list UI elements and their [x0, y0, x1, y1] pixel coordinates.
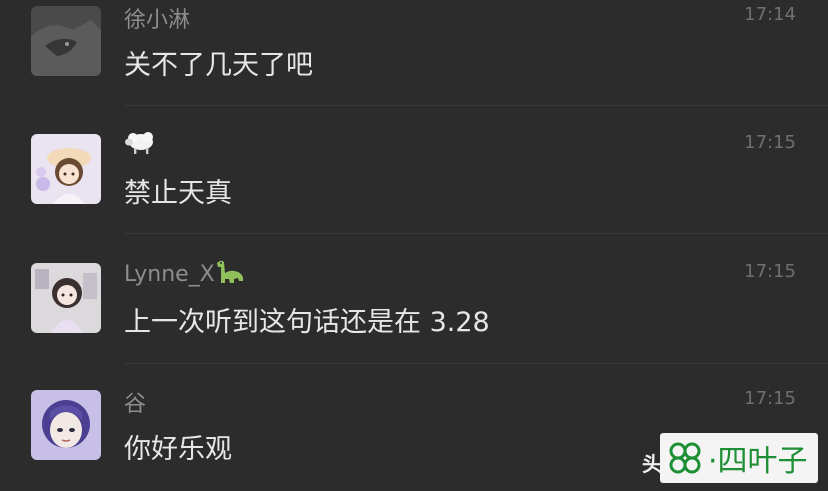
message-text: 你好乐观: [124, 434, 232, 465]
message-text: 上一次听到这句话还是在 3.28: [124, 307, 490, 338]
message-time: 17:14: [744, 4, 796, 25]
chat-message-list: 徐小淋 关不了几天了吧 17:14 禁止天真 17:15 Lynne_X 上一次…: [0, 0, 828, 491]
avatar[interactable]: [31, 134, 101, 204]
avatar-image: [31, 263, 101, 333]
watermark-partial-text: 头: [642, 452, 662, 476]
message-text: 禁止天真: [124, 178, 232, 209]
message-text: 关不了几天了吧: [124, 50, 313, 81]
message-item[interactable]: Lynne_X 上一次听到这句话还是在 3.28 17:15: [0, 257, 828, 385]
sender-name: [124, 130, 156, 162]
avatar-image: [31, 390, 101, 460]
watermark: ·四叶子: [660, 433, 818, 483]
watermark-text: ·四叶子: [708, 444, 808, 479]
avatar-image: [31, 6, 101, 76]
avatar-image: [31, 134, 101, 204]
message-time: 17:15: [744, 132, 796, 153]
message-item[interactable]: 徐小淋 关不了几天了吧 17:14: [0, 0, 828, 128]
avatar[interactable]: [31, 390, 101, 460]
sender-name: Lynne_X: [124, 259, 245, 291]
divider: [124, 233, 828, 234]
avatar[interactable]: [31, 263, 101, 333]
four-leaf-clover-icon: [666, 439, 704, 477]
sheep-emoji-icon: [124, 130, 156, 162]
divider: [124, 363, 828, 364]
avatar[interactable]: [31, 6, 101, 76]
message-item[interactable]: 禁止天真 17:15: [0, 128, 828, 256]
message-time: 17:15: [744, 261, 796, 282]
dinosaur-emoji-icon: [215, 259, 245, 291]
divider: [124, 105, 828, 106]
sender-name: 徐小淋: [124, 8, 191, 33]
message-time: 17:15: [744, 388, 796, 409]
sender-name: 谷: [124, 392, 147, 417]
